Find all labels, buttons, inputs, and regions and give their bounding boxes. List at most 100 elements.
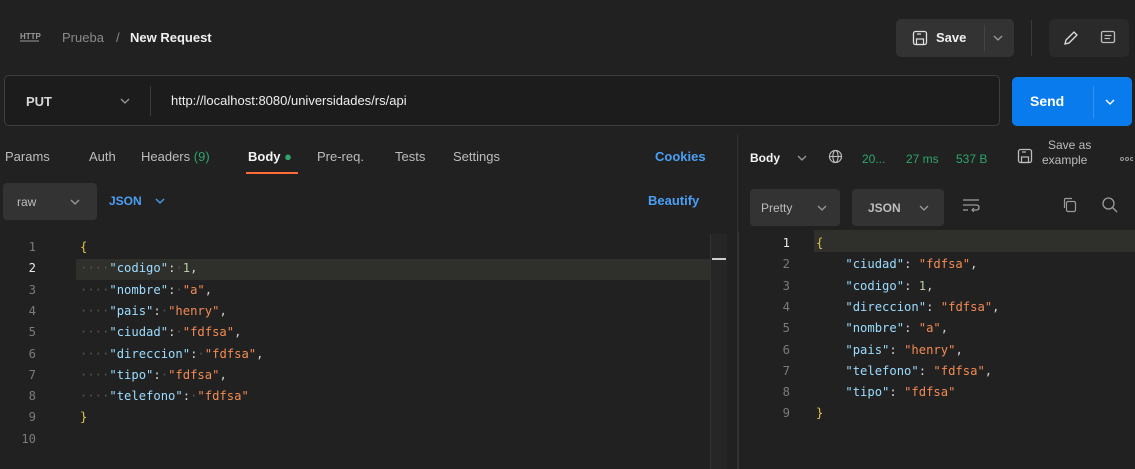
method-select[interactable]: PUT [26,94,52,109]
tab-prereq[interactable]: Pre-req. [317,149,364,164]
response-format-select[interactable]: JSON [852,189,944,226]
copy-icon[interactable] [1062,197,1078,213]
code-line: "nombre": "a", [816,318,948,339]
json-colon: : [153,303,161,318]
scrollbar[interactable] [710,234,727,469]
divider [984,25,985,51]
indent-whitespace: ···· [80,389,110,404]
response-view-select[interactable]: Pretty [750,189,840,226]
json-colon: : [889,385,897,400]
tab-auth[interactable]: Auth [89,149,116,164]
search-icon[interactable] [1101,196,1119,214]
chevron-down-icon[interactable] [796,153,808,163]
save-button[interactable]: Save [896,19,984,57]
comment-icon[interactable] [1099,29,1117,47]
line-number: 9 [782,406,790,421]
svg-text:HTTP: HTTP [20,32,42,41]
save-as-example-button[interactable]: Save as example [1042,138,1091,168]
response-body-viewer[interactable]: 1 2 3 4 5 6 7 8 9 { "ciudad": "fdfsa", "codigo":… [738,230,1135,469]
chevron-down-icon[interactable] [154,196,166,206]
json-key: "pais" [845,342,890,357]
code-line: "pais": "henry", [816,340,963,361]
request-title[interactable]: New Request [130,30,212,45]
body-mode-label: raw [17,195,37,209]
breadcrumb-collection[interactable]: Prueba [62,30,104,45]
json-comma: , [219,303,227,318]
globe-icon[interactable] [828,149,843,164]
line-number: 1 [28,240,36,254]
save-label: Save [936,30,967,45]
tab-tests[interactable]: Tests [395,149,425,164]
response-time[interactable]: 27 ms [906,152,939,166]
send-button[interactable]: Send [1012,77,1132,126]
json-comma: , [926,278,934,293]
chevron-down-icon [918,203,930,213]
json-value: "fdfsa" [197,389,249,404]
json-comma: , [955,342,963,357]
open-brace: { [816,236,824,250]
chevron-down-icon[interactable] [119,96,131,106]
tab-settings[interactable]: Settings [453,149,500,164]
line-number: 7 [782,363,790,378]
status-code[interactable]: 20... [862,152,885,166]
more-icon[interactable] [1119,156,1133,162]
chevron-down-icon [816,203,828,213]
json-comma: , [234,325,242,340]
cookies-link[interactable]: Cookies [655,149,706,164]
wrap-icon[interactable] [962,198,980,212]
body-mode-select[interactable]: raw [3,183,97,220]
tab-params[interactable]: Params [5,149,50,164]
space: · [160,367,169,382]
response-size[interactable]: 537 B [956,152,987,166]
json-comma: , [992,299,1000,314]
code-line: "ciudad": "fdfsa", [816,254,977,275]
json-key: "tipo" [109,367,154,382]
code-line: ····"telefono":·"fdfsa" [80,386,249,407]
code-line: ····"ciudad":·"fdfsa", [80,322,241,343]
json-value: "fdfsa" [204,346,257,361]
line-number: 5 [28,325,36,340]
chevron-down-icon [69,197,81,207]
view-mode-label: Pretty [761,201,793,215]
space: · [175,325,183,340]
tab-body-label: Body [248,149,281,164]
body-format-select[interactable]: JSON [109,194,142,208]
breadcrumb-separator: / [116,30,120,45]
code-line: { [816,233,823,254]
json-key: "telefono" [109,389,183,404]
response-body-tab[interactable]: Body [750,151,780,165]
divider [1093,86,1094,118]
beautify-button[interactable]: Beautify [648,193,699,208]
tab-headers[interactable]: Headers (9) [141,149,210,164]
open-brace: { [80,240,88,254]
scrollbar-marker [712,258,726,260]
current-line-highlight [814,230,1135,252]
space: · [175,282,183,297]
tab-body[interactable]: Body ● [248,149,292,164]
save-as-label: Save as [1048,138,1092,152]
line-number: 8 [782,385,790,400]
json-value: "fdfsa" [182,325,235,340]
json-comma: , [256,346,264,361]
chevron-down-icon[interactable] [1104,97,1116,107]
chevron-down-icon[interactable] [992,33,1004,43]
example-label: example [1042,153,1088,167]
json-key: "direccion" [845,299,927,314]
save-icon[interactable] [1017,148,1033,164]
pencil-icon[interactable] [1062,29,1080,47]
json-colon: : [889,342,897,357]
indent-whitespace: ···· [80,261,110,276]
json-value: "a" [918,321,941,336]
body-indicator-dot: ● [284,149,292,164]
request-body-editor[interactable]: 1 2 3 4 5 6 7 8 9 10 {····"codigo":·1, ····"nombre… [0,232,737,469]
json-comma: , [219,367,227,382]
save-icon [912,30,928,46]
url-input[interactable]: http://localhost:8080/universidades/rs/a… [171,93,407,108]
code-line: ····"pais":·"henry", [80,301,227,322]
json-key: "codigo" [109,261,169,276]
